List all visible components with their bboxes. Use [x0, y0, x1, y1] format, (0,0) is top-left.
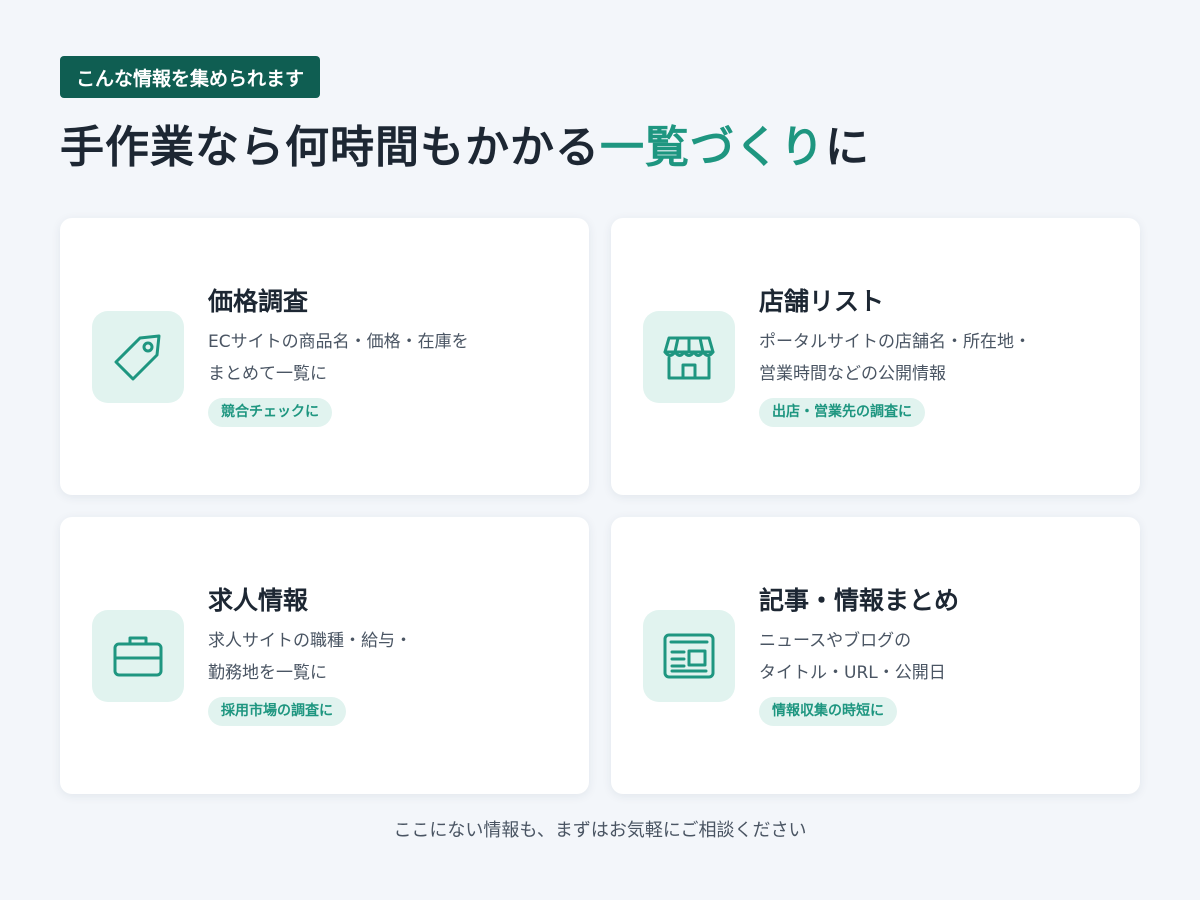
card-tag: 競合チェックに — [208, 398, 332, 427]
card-title: 価格調査 — [208, 287, 309, 316]
card-description-line: ポータルサイトの店舗名・所在地・ — [759, 332, 1031, 352]
card-store-list: 店舗リスト ポータルサイトの店舗名・所在地・ 営業時間などの公開情報 出店・営業… — [611, 218, 1140, 495]
section-badge: こんな情報を集められます — [60, 56, 321, 98]
card-description: ECサイトの商品名・価格・在庫を まとめて一覧に — [208, 326, 569, 390]
card-description-line: 営業時間などの公開情報 — [759, 364, 946, 384]
card-description-line: 求人サイトの職種・給与・ — [208, 631, 412, 651]
card-title: 店舗リスト — [759, 287, 885, 316]
page-title: 手作業なら何時間もかかる一覧づくりに — [60, 116, 870, 180]
card-price-survey: 価格調査 ECサイトの商品名・価格・在庫を まとめて一覧に 競合チェックに — [60, 218, 589, 495]
card-tag: 出店・営業先の調査に — [759, 398, 925, 427]
card-body: 店舗リスト ポータルサイトの店舗名・所在地・ 営業時間などの公開情報 出店・営業… — [759, 284, 1120, 427]
price-tag-icon — [114, 334, 161, 381]
card-description: ポータルサイトの店舗名・所在地・ 営業時間などの公開情報 — [759, 326, 1120, 390]
card-description-line: まとめて一覧に — [208, 364, 327, 384]
briefcase-icon — [113, 636, 163, 677]
card-body: 記事・情報まとめ ニュースやブログの タイトル・URL・公開日 情報収集の時短に — [759, 583, 1120, 726]
storefront-icon — [663, 336, 715, 380]
card-description-line: ECサイトの商品名・価格・在庫を — [208, 332, 469, 352]
card-body: 価格調査 ECサイトの商品名・価格・在庫を まとめて一覧に 競合チェックに — [208, 284, 569, 427]
newspaper-icon — [663, 633, 715, 679]
card-description-line: 勤務地を一覧に — [208, 663, 327, 683]
feature-grid: 価格調査 ECサイトの商品名・価格・在庫を まとめて一覧に 競合チェックに 店舗… — [60, 218, 1140, 794]
card-description-line: ニュースやブログの — [759, 631, 912, 651]
card-title: 求人情報 — [208, 586, 309, 615]
card-description: ニュースやブログの タイトル・URL・公開日 — [759, 625, 1120, 689]
card-tag: 採用市場の調査に — [208, 697, 346, 726]
title-accent-text: 一覧づくり — [600, 122, 825, 173]
card-tag: 情報収集の時短に — [759, 697, 897, 726]
card-description-line: タイトル・URL・公開日 — [759, 663, 946, 683]
card-icon-box — [92, 610, 184, 702]
card-body: 求人情報 求人サイトの職種・給与・ 勤務地を一覧に 採用市場の調査に — [208, 583, 569, 726]
card-icon-box — [643, 311, 735, 403]
card-article-summary: 記事・情報まとめ ニュースやブログの タイトル・URL・公開日 情報収集の時短に — [611, 517, 1140, 794]
card-description: 求人サイトの職種・給与・ 勤務地を一覧に — [208, 625, 569, 689]
card-icon-box — [643, 610, 735, 702]
footer-note: ここにない情報も、まずはお気軽にご相談ください — [393, 820, 807, 841]
title-suffix-text: に — [825, 122, 870, 173]
page: こんな情報を集められます 手作業なら何時間もかかる一覧づくりに 価格調査 ECサ… — [0, 0, 1200, 900]
card-title: 記事・情報まとめ — [759, 586, 960, 615]
card-icon-box — [92, 311, 184, 403]
card-job-info: 求人情報 求人サイトの職種・給与・ 勤務地を一覧に 採用市場の調査に — [60, 517, 589, 794]
title-text: 手作業なら何時間もかかる — [60, 122, 600, 173]
